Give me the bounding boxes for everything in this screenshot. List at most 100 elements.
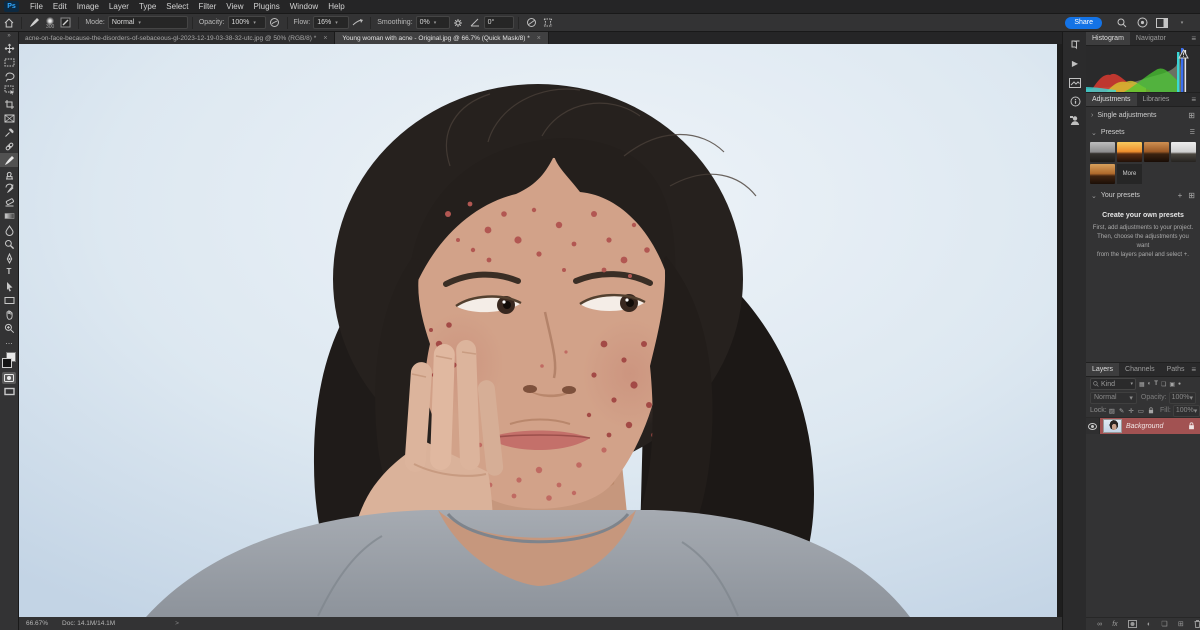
hand-tool-icon[interactable] <box>0 307 18 321</box>
presets-row[interactable]: Presets <box>1086 124 1200 141</box>
workspace-switcher-icon[interactable] <box>1155 17 1169 29</box>
delete-layer-icon[interactable] <box>1194 620 1200 628</box>
layer-style-fx-icon[interactable]: fx <box>1112 621 1117 628</box>
chevron-down-icon[interactable] <box>1175 17 1189 29</box>
layer-thumbnail[interactable] <box>1103 419 1122 433</box>
tab-layers[interactable]: Layers <box>1086 363 1119 376</box>
new-layer-icon[interactable]: ⊞ <box>1178 620 1184 628</box>
filter-adjustment-layers-icon[interactable]: ◐ <box>1148 381 1152 387</box>
brush-size-preview[interactable]: 300 <box>46 17 54 29</box>
zoom-tool-icon[interactable] <box>0 321 18 335</box>
document-tab-inactive[interactable]: acne-on-face-because-the-disorders-of-se… <box>18 32 335 44</box>
add-layer-mask-icon[interactable] <box>1128 620 1137 628</box>
layer-visibility-toggle[interactable] <box>1086 418 1100 434</box>
healing-brush-tool-icon[interactable] <box>0 139 18 153</box>
menu-file[interactable]: File <box>25 2 48 11</box>
menu-help[interactable]: Help <box>323 2 349 11</box>
menu-plugins[interactable]: Plugins <box>249 2 285 11</box>
layer-selected-area[interactable]: Background <box>1100 418 1200 434</box>
layer-fill-field[interactable]: 100% <box>1173 405 1200 417</box>
layer-row-background[interactable]: Background <box>1086 417 1200 434</box>
foreground-color-swatch[interactable] <box>2 358 12 368</box>
lock-all-icon[interactable] <box>1148 407 1154 414</box>
eraser-tool-icon[interactable] <box>0 195 18 209</box>
flow-dropdown[interactable]: 16% <box>313 16 349 29</box>
preset-thumbnail[interactable] <box>1090 164 1115 184</box>
tab-navigator[interactable]: Navigator <box>1130 32 1172 45</box>
actions-panel-icon[interactable] <box>1067 56 1083 71</box>
lock-artboard-icon[interactable]: ▭ <box>1138 407 1144 415</box>
lock-pixels-icon[interactable]: ✎ <box>1119 407 1124 415</box>
help-circle-icon[interactable] <box>1135 17 1149 29</box>
brush-tool-preset-icon[interactable] <box>28 17 41 29</box>
blur-tool-icon[interactable] <box>0 223 18 237</box>
history-brush-tool-icon[interactable] <box>0 181 18 195</box>
menu-type[interactable]: Type <box>134 2 161 11</box>
preset-thumbnail[interactable] <box>1090 142 1115 162</box>
your-presets-row[interactable]: Your presets <box>1086 187 1200 204</box>
lock-position-icon[interactable]: ✛ <box>1128 407 1133 415</box>
paint-symmetry-icon[interactable] <box>542 17 555 29</box>
filter-pixel-layers-icon[interactable]: ▦ <box>1139 381 1145 388</box>
zoom-level-field[interactable]: 66.67% <box>26 620 48 627</box>
toolbar-overflow-icon[interactable]: » <box>7 32 10 41</box>
pen-tool-icon[interactable] <box>0 251 18 265</box>
menu-edit[interactable]: Edit <box>48 2 72 11</box>
dodge-tool-icon[interactable] <box>0 237 18 251</box>
menu-window[interactable]: Window <box>285 2 323 11</box>
pressure-size-icon[interactable] <box>525 17 538 29</box>
smoothing-dropdown[interactable]: 0% <box>416 16 450 29</box>
layer-opacity-field[interactable]: 100% <box>1169 392 1196 404</box>
preset-thumbnail[interactable] <box>1171 142 1196 162</box>
single-adjustments-row[interactable]: Single adjustments <box>1086 107 1200 124</box>
tab-channels[interactable]: Channels <box>1119 363 1161 376</box>
frame-tool-icon[interactable] <box>0 111 18 125</box>
tab-libraries[interactable]: Libraries <box>1137 93 1176 106</box>
type-tool-icon[interactable]: T <box>0 265 18 279</box>
path-selection-tool-icon[interactable] <box>0 279 18 293</box>
brush-tool-icon[interactable] <box>0 153 18 167</box>
panel-menu-icon[interactable] <box>1191 32 1200 45</box>
menu-filter[interactable]: Filter <box>194 2 222 11</box>
tab-adjustments[interactable]: Adjustments <box>1086 93 1137 106</box>
tab-paths[interactable]: Paths <box>1161 363 1191 376</box>
opacity-dropdown[interactable]: 100% <box>228 16 266 29</box>
menu-image[interactable]: Image <box>72 2 104 11</box>
edit-toolbar-ellipsis-icon[interactable] <box>0 335 18 349</box>
more-presets-button[interactable]: More <box>1117 164 1142 184</box>
info-panel-icon[interactable] <box>1067 94 1083 109</box>
properties-panel-icon[interactable] <box>1067 75 1083 90</box>
filter-shape-layers-icon[interactable]: ❏ <box>1161 381 1166 388</box>
airbrush-icon[interactable] <box>351 17 364 29</box>
eyedropper-tool-icon[interactable] <box>0 125 18 139</box>
shape-tool-icon[interactable] <box>0 293 18 307</box>
canvas[interactable] <box>18 44 1057 617</box>
filter-toggle-icon[interactable]: ● <box>1178 381 1181 387</box>
new-adjustment-layer-icon[interactable]: ◐ <box>1147 621 1151 628</box>
learn-panel-icon[interactable] <box>1067 37 1083 52</box>
lasso-tool-icon[interactable] <box>0 69 18 83</box>
status-options-chevron[interactable]: > <box>175 620 179 627</box>
layer-filter-kind-dropdown[interactable]: Kind <box>1090 378 1136 390</box>
list-view-icon[interactable] <box>1190 129 1195 136</box>
clone-stamp-tool-icon[interactable] <box>0 167 18 181</box>
quick-mask-mode-button[interactable] <box>2 372 16 384</box>
crop-tool-icon[interactable] <box>0 97 18 111</box>
document-tab-active[interactable]: Young woman with acne - Original.jpg @ 6… <box>335 32 548 44</box>
menu-view[interactable]: View <box>221 2 248 11</box>
preset-thumbnail[interactable] <box>1144 142 1169 162</box>
share-button[interactable]: Share <box>1065 17 1102 29</box>
filter-type-layers-icon[interactable]: T <box>1154 381 1158 387</box>
new-group-icon[interactable]: ❏ <box>1161 620 1167 628</box>
screen-mode-button[interactable] <box>0 384 18 398</box>
layer-blend-mode-dropdown[interactable]: Normal <box>1090 392 1137 404</box>
grid-view-icon[interactable] <box>1188 111 1195 120</box>
export-as-panel-icon[interactable] <box>1067 113 1083 128</box>
link-layers-icon[interactable]: ∞ <box>1097 621 1102 628</box>
lock-transparency-icon[interactable]: ▨ <box>1109 407 1115 415</box>
close-icon[interactable]: × <box>323 35 327 42</box>
panel-menu-icon[interactable] <box>1191 363 1200 376</box>
menu-layer[interactable]: Layer <box>104 2 134 11</box>
grid-view-icon[interactable] <box>1188 191 1195 200</box>
search-icon[interactable] <box>1115 17 1129 29</box>
